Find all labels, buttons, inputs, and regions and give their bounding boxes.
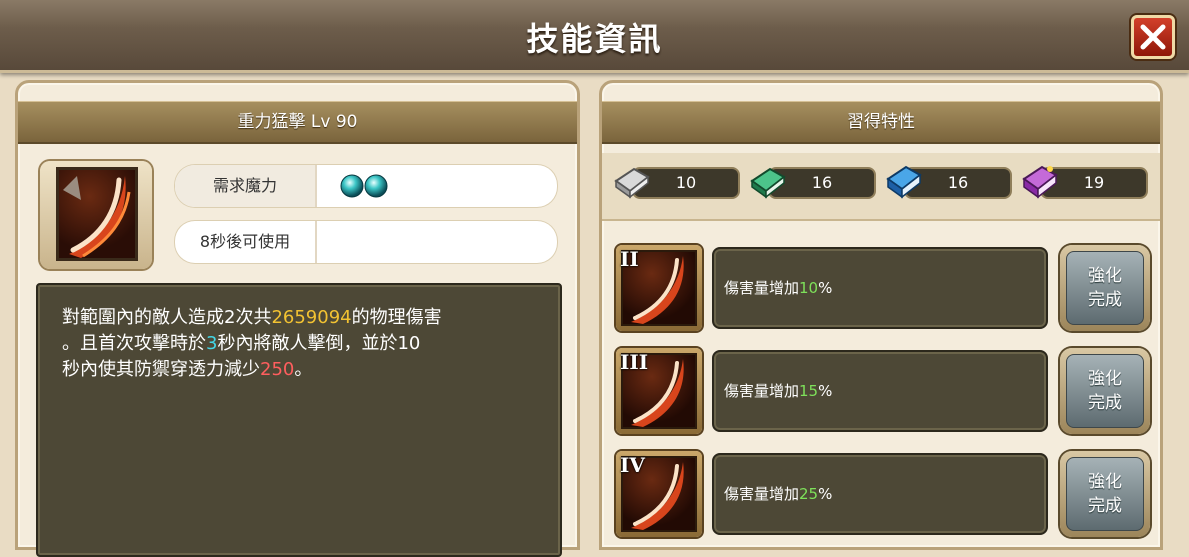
silver-book-icon xyxy=(614,167,650,199)
skill-description: 對範圍內的敵人造成2次共2659094的物理傷害 。且首次攻擊時於3秒內將敵人擊… xyxy=(62,307,442,380)
skill-info-panel: 重力猛擊 Lv 90 需求魔力 8秒後可使用 對範圍內的敵人造成2次共26590… xyxy=(15,80,580,557)
enhance-complete-button[interactable]: 強化 完成 xyxy=(1060,451,1150,537)
title-bar: 技能資訊 xyxy=(0,0,1189,73)
trait-rank: II xyxy=(620,247,639,271)
book-count-purple: 19 xyxy=(1020,165,1150,201)
skill-icon-frame xyxy=(40,161,152,269)
skill-header: 重力猛擊 Lv 90 xyxy=(18,101,577,144)
trait-icon: III xyxy=(616,348,702,434)
trait-row: III 傷害量增加15% 強化 完成 xyxy=(616,346,1150,436)
window-title: 技能資訊 xyxy=(526,20,663,58)
mana-orb-icon xyxy=(340,174,364,198)
trait-icon: IV xyxy=(616,451,702,537)
mana-label: 需求魔力 xyxy=(175,165,317,207)
mana-orbs xyxy=(339,174,395,202)
green-book-icon xyxy=(750,167,786,199)
trait-icon: II xyxy=(616,245,702,331)
traits-header: 習得特性 xyxy=(602,101,1160,144)
trait-row: II 傷害量增加10% 強化 完成 xyxy=(616,243,1150,333)
close-icon xyxy=(1140,24,1166,50)
trait-rank: III xyxy=(620,350,649,374)
reduction-value: 250 xyxy=(260,359,295,380)
close-button[interactable] xyxy=(1131,15,1175,59)
damage-value: 2659094 xyxy=(271,307,352,328)
enhance-complete-button[interactable]: 強化 完成 xyxy=(1060,348,1150,434)
mana-requirement-row: 需求魔力 xyxy=(175,165,557,207)
blue-book-icon xyxy=(886,165,922,199)
traits-panel: 習得特性 10 16 16 19 II 傷害量增加10% 強化 完成 III 傷… xyxy=(599,80,1163,550)
trait-description: 傷害量增加25% xyxy=(712,453,1048,535)
cooldown-row: 8秒後可使用 xyxy=(175,221,557,263)
book-count-green: 16 xyxy=(748,165,878,201)
trait-description: 傷害量增加10% xyxy=(712,247,1048,329)
trait-rank: IV xyxy=(620,453,645,477)
stun-seconds: 3 xyxy=(206,333,218,354)
book-count-silver: 10 xyxy=(612,165,742,201)
skill-description-box: 對範圍內的敵人造成2次共2659094的物理傷害 。且首次攻擊時於3秒內將敵人擊… xyxy=(36,283,562,557)
book-count-blue: 16 xyxy=(884,165,1014,201)
purple-book-icon xyxy=(1022,165,1058,199)
mana-orb-icon xyxy=(364,174,388,198)
cooldown-label: 8秒後可使用 xyxy=(175,221,317,263)
trait-description: 傷害量增加15% xyxy=(712,350,1048,432)
enhance-complete-button[interactable]: 強化 完成 xyxy=(1060,245,1150,331)
slash-skill-icon xyxy=(56,167,138,261)
trait-row: IV 傷害量增加25% 強化 完成 xyxy=(616,449,1150,539)
traits-title: 習得特性 xyxy=(847,112,915,132)
skill-name-level: 重力猛擊 Lv 90 xyxy=(237,112,358,132)
book-counts: 10 16 16 19 xyxy=(602,153,1160,221)
